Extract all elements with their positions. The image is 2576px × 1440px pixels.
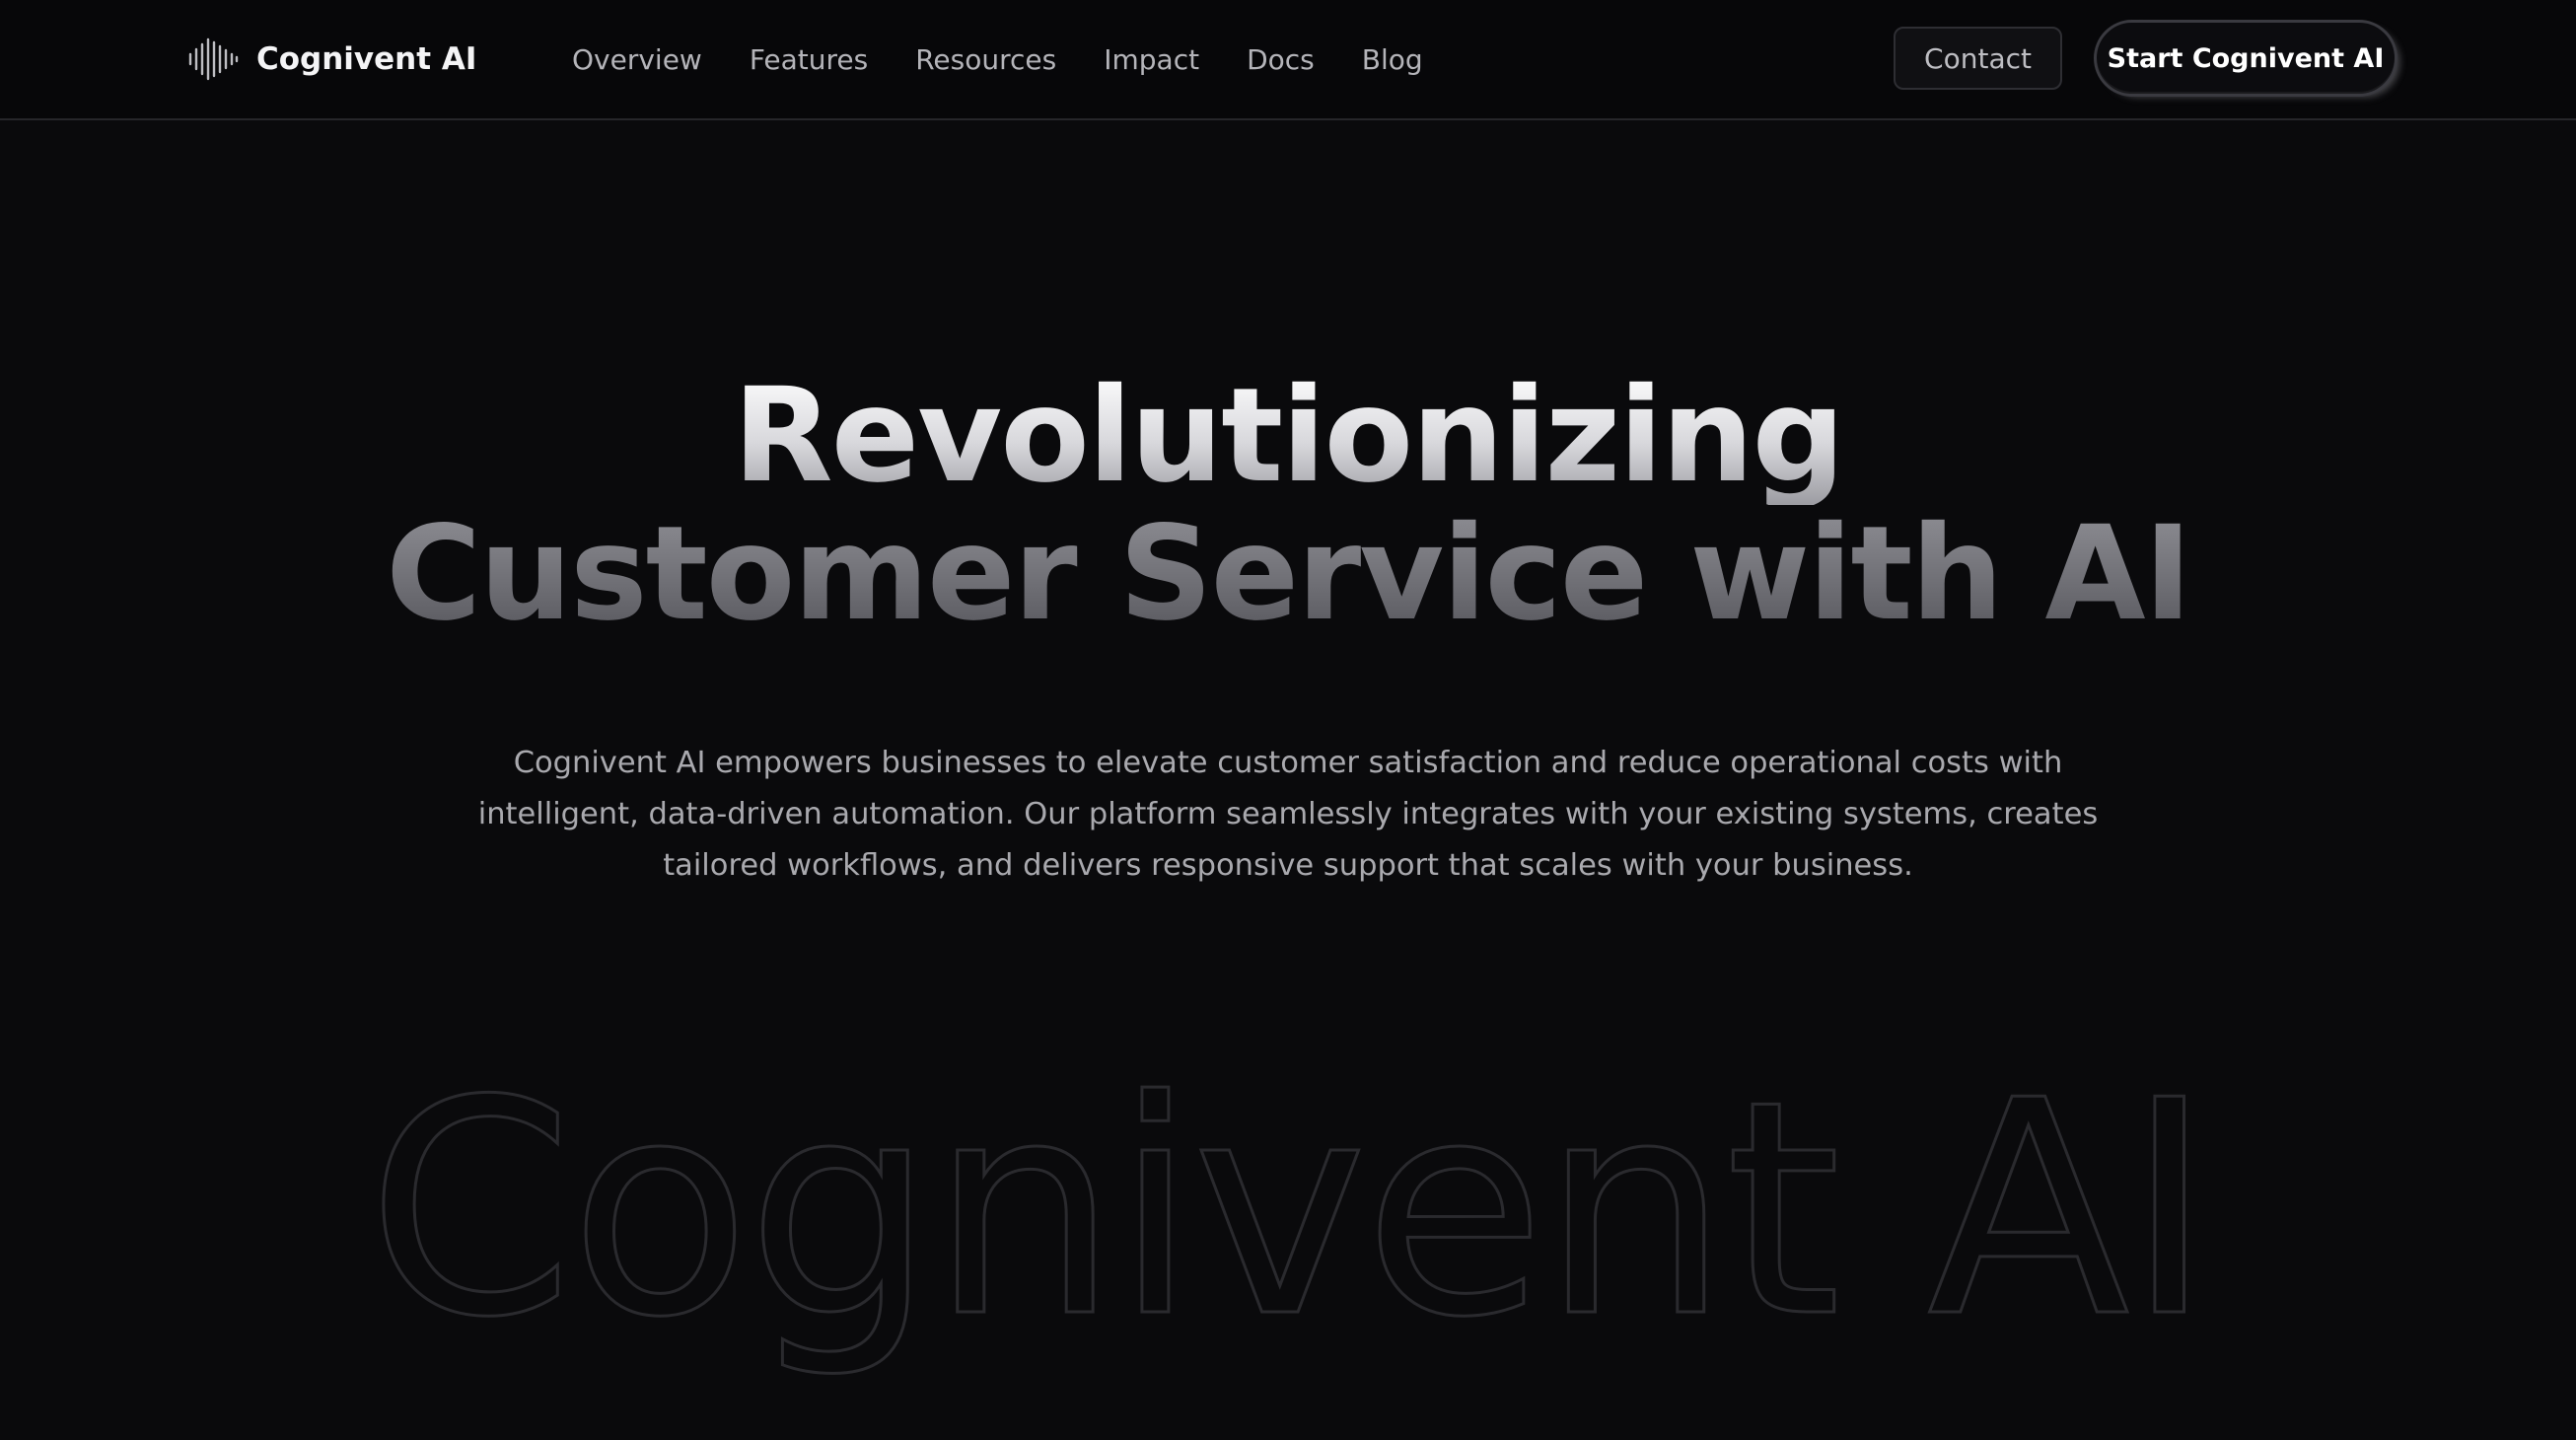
hero-description-line: Cognivent AI empowers businesses to elev…	[513, 746, 2063, 780]
outline-watermark-svg: Cognivent AI	[366, 1037, 2215, 1384]
hero-description-line: intelligent, data-driven automation. Our…	[477, 797, 2099, 831]
brand[interactable]: Cognivent AI	[187, 30, 476, 89]
start-cognivent-button[interactable]: Start Cognivent AI	[2094, 20, 2397, 97]
nav-link-overview[interactable]: Overview	[572, 43, 702, 76]
outline-watermark-text: Cognivent AI	[367, 1038, 2209, 1382]
nav-link-features[interactable]: Features	[750, 43, 868, 76]
nav-link-docs[interactable]: Docs	[1247, 43, 1315, 76]
outline-watermark: Cognivent AI	[0, 1026, 2576, 1440]
soundwave-icon	[188, 37, 239, 81]
main-nav: Overview Features Resources Impact Docs …	[572, 30, 1423, 89]
nav-link-blog[interactable]: Blog	[1362, 43, 1423, 76]
hero-description: Cognivent AI empowers businesses to elev…	[400, 738, 2176, 892]
hero-description-line: tailored workflows, and delivers respons…	[663, 848, 1913, 883]
hero-title: Revolutionizing Customer Service with AI	[0, 367, 2576, 643]
nav-link-impact[interactable]: Impact	[1104, 43, 1199, 76]
brand-name: Cognivent AI	[256, 41, 477, 77]
hero-title-line-1: Revolutionizing	[733, 360, 1845, 512]
top-navbar: Cognivent AI Overview Features Resources…	[0, 0, 2576, 120]
landing-page: Cognivent AI Overview Features Resources…	[0, 0, 2576, 1440]
hero-title-line-2: Customer Service with AI	[386, 498, 2192, 650]
nav-link-resources[interactable]: Resources	[915, 43, 1056, 76]
contact-button[interactable]: Contact	[1894, 27, 2062, 90]
